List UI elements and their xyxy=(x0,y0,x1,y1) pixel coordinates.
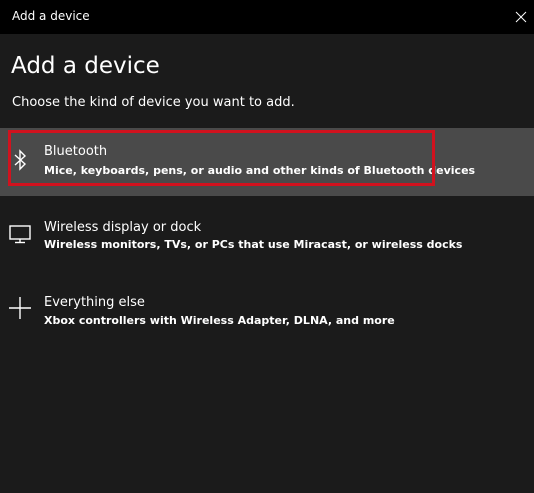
page-heading: Add a device xyxy=(11,53,160,79)
monitor-icon xyxy=(6,220,34,248)
bluetooth-icon xyxy=(6,146,34,174)
option-name: Everything else xyxy=(44,295,145,310)
plus-icon xyxy=(6,294,34,322)
device-option-wireless-display[interactable]: Wireless display or dock Wireless monito… xyxy=(0,206,534,268)
instructions-text: Choose the kind of device you want to ad… xyxy=(12,95,295,110)
device-option-everything-else[interactable]: Everything else Xbox controllers with Wi… xyxy=(0,282,534,344)
window-title: Add a device xyxy=(12,9,90,23)
close-icon xyxy=(515,11,527,23)
option-name: Bluetooth xyxy=(44,144,108,159)
title-bar: Add a device xyxy=(0,0,534,34)
option-description: Mice, keyboards, pens, or audio and othe… xyxy=(44,164,476,177)
close-button[interactable] xyxy=(508,0,534,34)
device-option-bluetooth[interactable]: Bluetooth Mice, keyboards, pens, or audi… xyxy=(0,128,534,196)
option-description: Wireless monitors, TVs, or PCs that use … xyxy=(44,238,463,251)
option-description: Xbox controllers with Wireless Adapter, … xyxy=(44,314,395,327)
option-name: Wireless display or dock xyxy=(44,220,202,235)
